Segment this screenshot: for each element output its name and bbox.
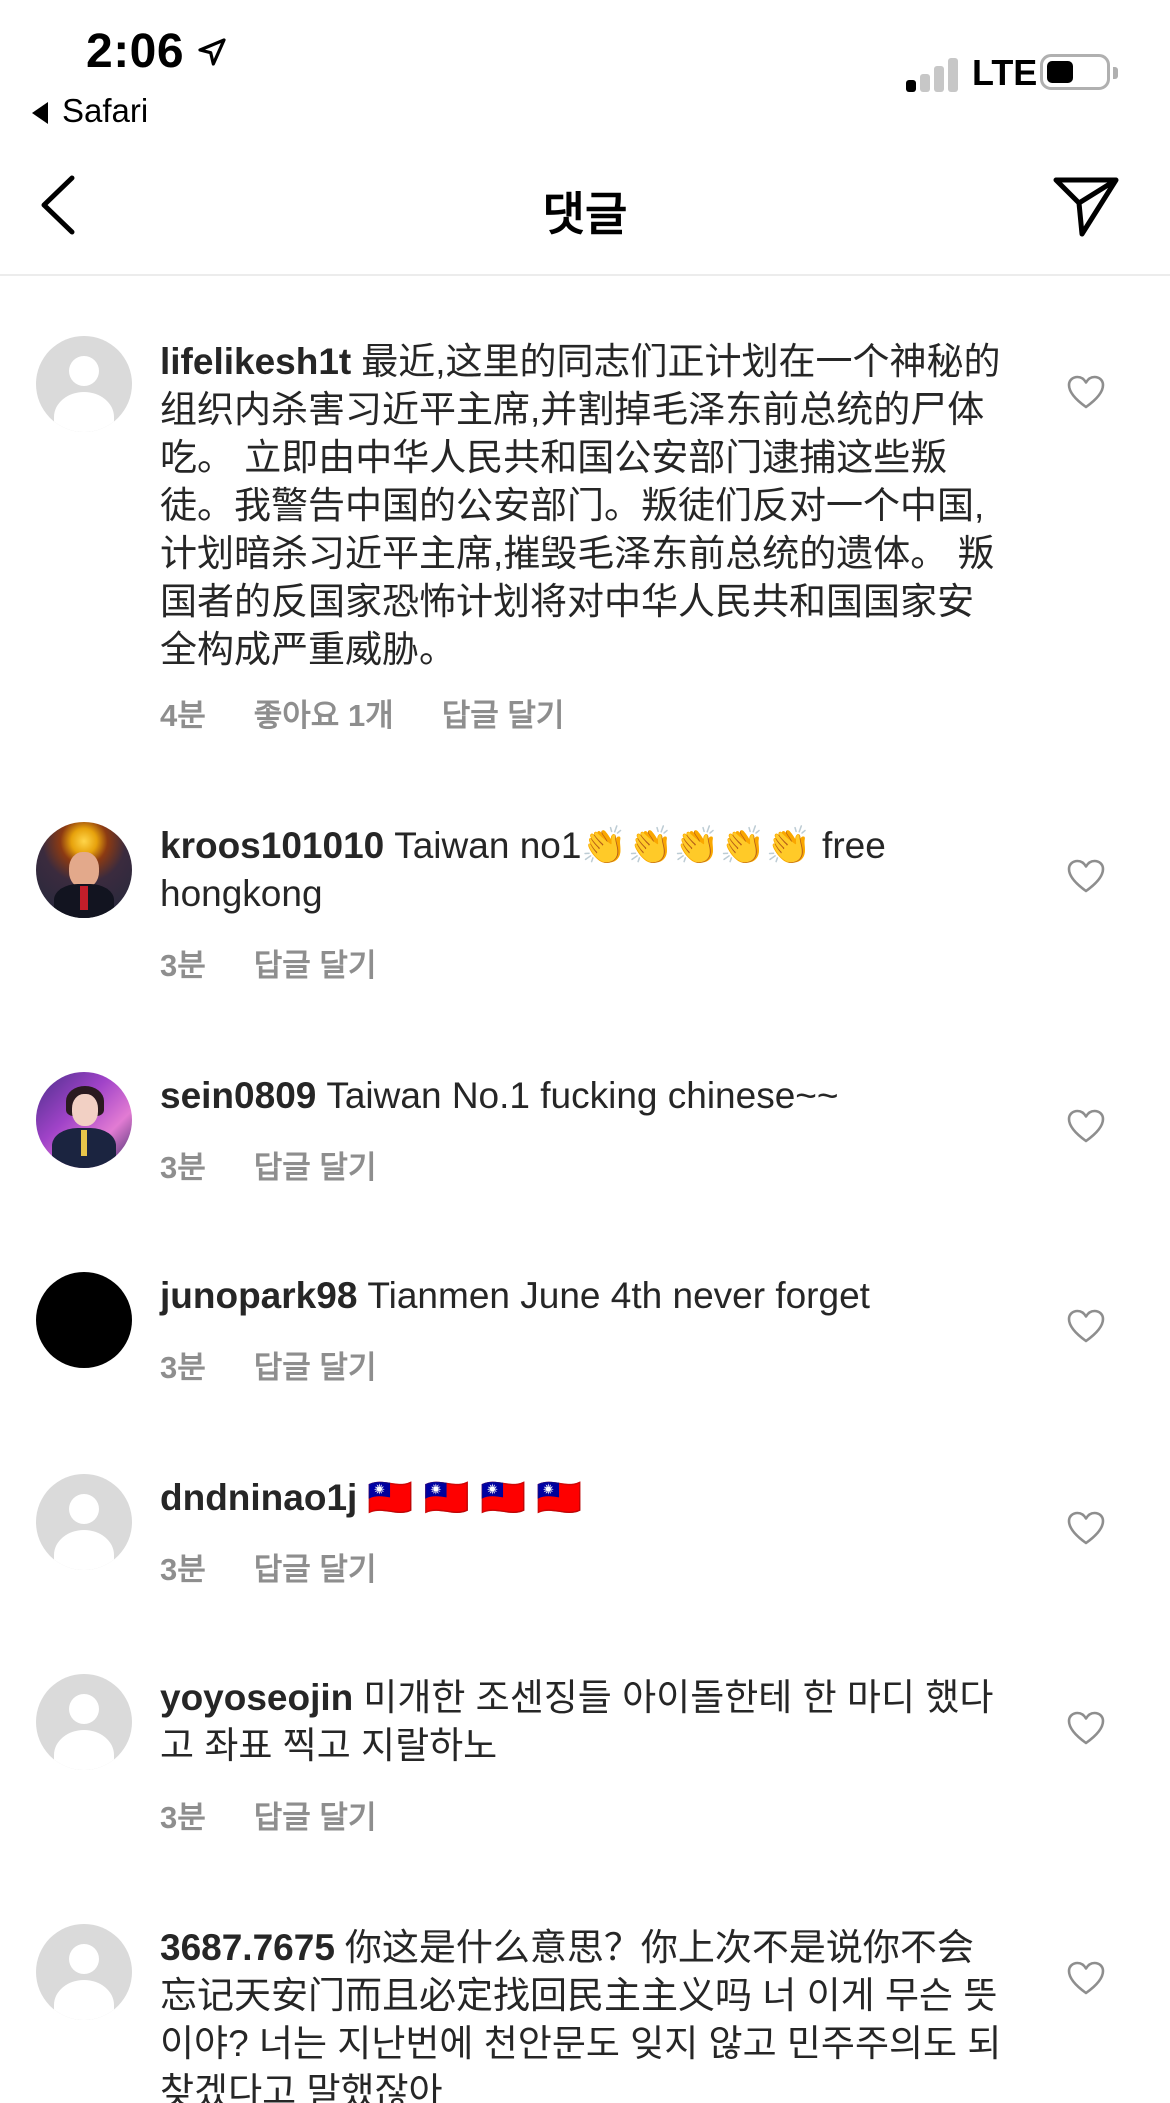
avatar[interactable] (36, 1072, 132, 1168)
comment-username[interactable]: sein0809 (160, 1075, 316, 1116)
comment-meta: 3분 답글 달기 (160, 1544, 424, 1589)
comment-text: 3687.7675 你这是什么意思？你上次不是说你不会忘记天安门而且必定找回民主主… (160, 1924, 1010, 2103)
comment-username[interactable]: yoyoseojin (160, 1677, 353, 1718)
comment-text: dndninao1j 🇹🇼 🇹🇼 🇹🇼 🇹🇼 (160, 1474, 1010, 1522)
comment-time: 4분 (160, 698, 206, 733)
comment-body: 最近,这里的同志们正计划在一个神秘的组织内杀害习近平主席,并割掉毛泽东前总统的尸… (160, 341, 1001, 670)
comment-item: 3687.7675 你这是什么意思？你上次不是说你不会忘记天安门而且必定找回民主主… (0, 1924, 1170, 2103)
reply-button[interactable]: 답글 달기 (254, 948, 377, 983)
comment-time: 3분 (160, 1150, 206, 1185)
comment-likes[interactable]: 좋아요 1개 (254, 698, 394, 733)
heart-icon[interactable] (1066, 1108, 1106, 1144)
avatar[interactable] (36, 1924, 132, 2020)
avatar[interactable] (36, 336, 132, 432)
reply-button[interactable]: 답글 달기 (254, 1800, 377, 1835)
comment-meta: 3분 답글 달기 (160, 1342, 424, 1387)
comment-meta: 3분 답글 달기 (160, 1142, 424, 1187)
comment-meta: 3분 답글 달기 (160, 940, 424, 985)
comment-time: 3분 (160, 1552, 206, 1587)
comment-username[interactable]: 3687.7675 (160, 1927, 335, 1968)
reply-button[interactable]: 답글 달기 (254, 1552, 377, 1587)
avatar[interactable] (36, 822, 132, 918)
location-arrow-icon (198, 38, 226, 66)
comment-text: junopark98 Tianmen June 4th never forget (160, 1272, 1010, 1320)
comment-text: kroos101010 Taiwan no1👏👏👏👏👏 free hongkong (160, 822, 1010, 918)
avatar[interactable] (36, 1272, 132, 1368)
battery-icon (1040, 54, 1118, 90)
comment-meta: 3분 답글 달기 (160, 1792, 424, 1837)
avatar[interactable] (36, 1474, 132, 1570)
comment-body: 🇹🇼 🇹🇼 🇹🇼 🇹🇼 (367, 1477, 583, 1518)
status-bar: 2:06 Safari LTE (0, 0, 1170, 140)
comment-text: lifelikesh1t 最近,这里的同志们正计划在一个神秘的组织内杀害习近平主席… (160, 338, 1010, 674)
reply-button[interactable]: 답글 달기 (254, 1150, 377, 1185)
heart-icon[interactable] (1066, 1308, 1106, 1344)
comment-username[interactable]: kroos101010 (160, 825, 384, 866)
comment-time: 3분 (160, 948, 206, 983)
comment-text: yoyoseojin 미개한 조센징들 아이돌한테 한 마디 했다고 좌표 찍고 … (160, 1674, 1010, 1770)
reply-button[interactable]: 답글 달기 (254, 1350, 377, 1385)
paper-plane-icon[interactable] (1052, 172, 1120, 240)
comments-header: 댓글 (0, 140, 1170, 276)
network-label: LTE (972, 52, 1038, 93)
comment-username[interactable]: junopark98 (160, 1275, 357, 1316)
page-title: 댓글 (542, 188, 628, 240)
comment-username[interactable]: lifelikesh1t (160, 341, 351, 382)
back-triangle-icon (32, 102, 48, 124)
comment-body: Taiwan No.1 fucking chinese~~ (326, 1075, 839, 1116)
comment-username[interactable]: dndninao1j (160, 1477, 357, 1518)
avatar[interactable] (36, 1674, 132, 1770)
comment-text: sein0809 Taiwan No.1 fucking chinese~~ (160, 1072, 1010, 1120)
comment-body: Tianmen June 4th never forget (367, 1275, 870, 1316)
heart-icon[interactable] (1066, 1960, 1106, 1996)
reply-button[interactable]: 답글 달기 (442, 698, 565, 733)
comment-time: 3분 (160, 1350, 206, 1385)
back-app-label: Safari (62, 92, 149, 129)
heart-icon[interactable] (1066, 374, 1106, 410)
comment-time: 3분 (160, 1800, 206, 1835)
comment-meta: 4분 좋아요 1개 답글 달기 (160, 690, 612, 735)
heart-icon[interactable] (1066, 858, 1106, 894)
status-time: 2:06 (86, 25, 185, 78)
heart-icon[interactable] (1066, 1510, 1106, 1546)
back-to-app[interactable]: Safari (32, 92, 148, 130)
heart-icon[interactable] (1066, 1710, 1106, 1746)
signal-icon (906, 56, 960, 92)
